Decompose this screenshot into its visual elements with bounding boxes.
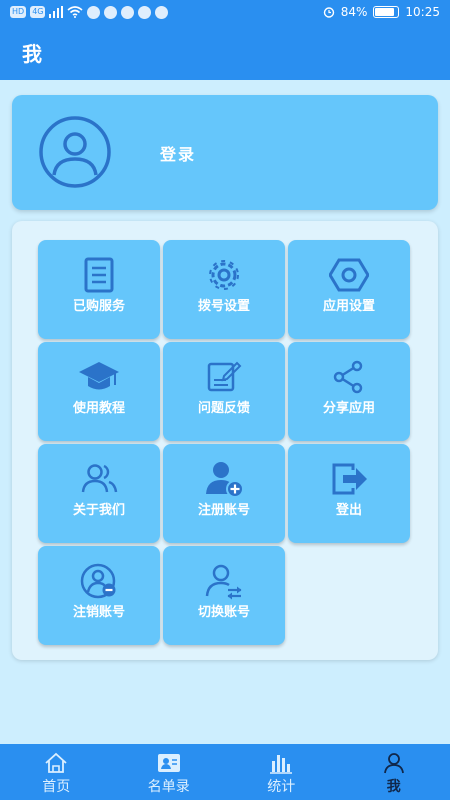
tile-label: 关于我们 bbox=[72, 503, 125, 518]
tile-label: 已购服务 bbox=[72, 299, 125, 314]
tile-share-app[interactable]: 分享应用 bbox=[288, 342, 410, 441]
logout-icon bbox=[332, 463, 367, 495]
tile-label: 使用教程 bbox=[72, 401, 125, 416]
tile-label: 分享应用 bbox=[322, 401, 375, 416]
edit-note-icon bbox=[207, 361, 242, 392]
nav-me[interactable]: 我 bbox=[338, 744, 450, 800]
tile-tutorial[interactable]: 使用教程 bbox=[38, 342, 160, 441]
tile-label: 问题反馈 bbox=[197, 401, 250, 416]
tile-purchased-services[interactable]: 已购服务 bbox=[38, 240, 160, 339]
person-icon bbox=[383, 753, 404, 774]
battery-icon bbox=[373, 6, 400, 18]
app-notification-icon bbox=[138, 5, 152, 19]
home-icon bbox=[45, 752, 67, 773]
app-bar: 我 bbox=[0, 24, 450, 80]
tile-app-settings[interactable]: 应用设置 bbox=[288, 240, 410, 339]
nav-statistics[interactable]: 统计 bbox=[225, 744, 338, 800]
nav-label: 名单录 bbox=[147, 779, 190, 795]
tile-label: 注册账号 bbox=[197, 503, 250, 518]
app-notification-icon bbox=[104, 5, 118, 19]
tile-label: 注销账号 bbox=[72, 605, 125, 620]
tile-label: 登出 bbox=[335, 503, 362, 518]
tile-label: 应用设置 bbox=[322, 299, 375, 314]
tile-switch-account[interactable]: 切换账号 bbox=[163, 546, 285, 645]
tile-dial-settings[interactable]: 拨号设置 bbox=[163, 240, 285, 339]
user-avatar-icon bbox=[39, 116, 111, 188]
app-notification-icon bbox=[121, 5, 135, 19]
tile-register-account[interactable]: 注册账号 bbox=[163, 444, 285, 543]
tile-logout[interactable]: 登出 bbox=[288, 444, 410, 543]
menu-grid-panel: 已购服务 拨号设置 应用设置 使用教程 问题反馈 分享应用 关于我们 注册账号 … bbox=[12, 221, 438, 660]
tile-feedback[interactable]: 问题反馈 bbox=[163, 342, 285, 441]
add-user-icon bbox=[206, 462, 244, 498]
switch-user-icon bbox=[205, 564, 242, 600]
nav-home[interactable]: 首页 bbox=[0, 744, 113, 800]
nav-label: 首页 bbox=[42, 779, 71, 795]
remove-user-icon bbox=[80, 563, 116, 599]
wifi-icon bbox=[67, 6, 84, 18]
bottom-nav: 首页 名单录 统计 我 bbox=[0, 744, 450, 800]
alarm-icon bbox=[323, 7, 334, 18]
bar-chart-icon bbox=[270, 755, 293, 774]
network-4g-badge: 4G bbox=[30, 6, 46, 18]
nav-label: 统计 bbox=[267, 779, 296, 795]
tile-cancel-account[interactable]: 注销账号 bbox=[38, 546, 160, 645]
login-label: 登录 bbox=[160, 145, 197, 164]
hex-nut-icon bbox=[329, 258, 369, 292]
nav-label: 我 bbox=[386, 779, 401, 795]
gear-icon bbox=[209, 260, 239, 290]
nav-contacts[interactable]: 名单录 bbox=[113, 744, 226, 800]
music-notification-icon bbox=[87, 5, 101, 19]
hd-badge: HD bbox=[10, 6, 27, 18]
battery-percent: 84% bbox=[340, 5, 368, 19]
clock-time: 10:25 bbox=[405, 5, 440, 19]
people-icon bbox=[81, 464, 118, 493]
login-card[interactable]: 登录 bbox=[12, 95, 438, 210]
tile-label: 拨号设置 bbox=[197, 299, 250, 314]
app-notification-icon bbox=[155, 5, 169, 19]
tile-about-us[interactable]: 关于我们 bbox=[38, 444, 160, 543]
signal-icon bbox=[49, 6, 64, 18]
page-title: 我 bbox=[22, 41, 42, 66]
tile-label: 切换账号 bbox=[197, 605, 250, 620]
graduation-cap-icon bbox=[79, 362, 119, 390]
share-icon bbox=[333, 360, 363, 394]
status-bar: HD 4G 84% 10:25 bbox=[0, 0, 450, 24]
book-icon bbox=[84, 257, 114, 293]
contact-card-icon bbox=[157, 754, 180, 772]
